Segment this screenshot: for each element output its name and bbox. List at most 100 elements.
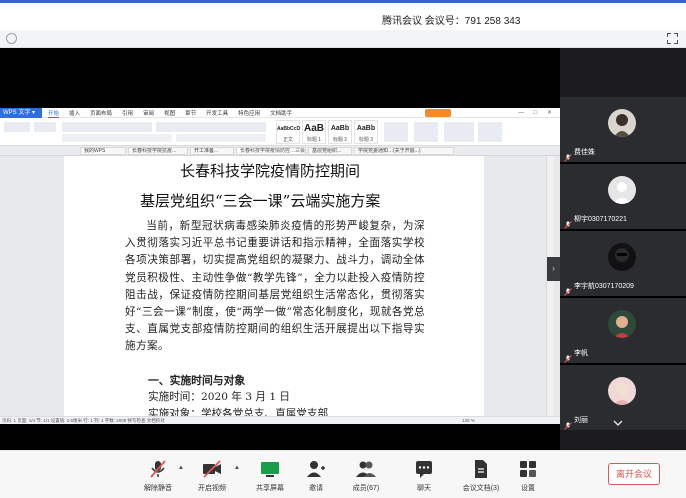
mic-muted-icon (148, 459, 168, 479)
participant-avatar (608, 243, 636, 271)
paragraph-tools[interactable] (156, 122, 266, 132)
select-button[interactable] (478, 122, 502, 142)
unmute-label: 解除静音 (144, 485, 172, 492)
new-style-button[interactable] (384, 122, 408, 142)
font-select[interactable] (62, 122, 152, 132)
participant-name: 柳宇0307170221 (574, 216, 627, 223)
meeting-title: 腾讯会议 会议号：791 258 343 (382, 16, 521, 27)
muted-mic-icon (564, 216, 572, 229)
leave-meeting-button[interactable]: 离开会议 (608, 463, 660, 485)
style-normal[interactable]: AaBbCcD 正文 (276, 120, 300, 144)
muted-mic-icon (564, 149, 572, 162)
document-icon (471, 459, 491, 479)
chevron-up-icon[interactable]: ▲ (234, 465, 240, 471)
doc-tab[interactable]: 开工准备... (190, 147, 234, 155)
font-style-tools[interactable] (62, 134, 172, 142)
ribbon-tab-section[interactable]: 章节 (185, 109, 196, 118)
chevron-down-icon[interactable] (611, 416, 625, 430)
meeting-sub-bar (0, 30, 686, 48)
ribbon-tab-insert[interactable]: 插入 (69, 109, 80, 118)
invite-button[interactable]: 邀请 (296, 459, 336, 493)
doc-tab[interactable]: 学院党委通知…(关于开展...) (354, 147, 454, 155)
chat-label: 聊天 (417, 485, 431, 492)
chat-icon (414, 459, 434, 479)
share-screen-button[interactable]: 共享屏幕 (250, 459, 290, 493)
participants-panel: 费佳姝 柳宇0307170221 李宇航0307170209 李帆 刘丽 (560, 48, 686, 450)
align-tools[interactable] (176, 134, 266, 142)
start-video-button[interactable]: 开启视频 (192, 459, 232, 493)
shield-icon[interactable] (6, 33, 17, 44)
invite-label: 邀请 (309, 485, 323, 492)
chat-button[interactable]: 聊天 (404, 459, 444, 493)
doc-tab[interactable]: 基层党组织... (308, 147, 352, 155)
settings-button[interactable]: 设置 (508, 459, 548, 493)
participant-tile[interactable]: 李帆 (560, 298, 686, 363)
collapse-panel-button[interactable]: › (547, 257, 560, 281)
participant-avatar (608, 377, 636, 405)
zoom-level[interactable]: 130 % (462, 417, 475, 424)
participant-tile[interactable]: 李宇航0307170209 (560, 231, 686, 296)
vertical-scrollbar[interactable] (546, 156, 554, 416)
ribbon-tab-features[interactable]: 特色应用 (238, 109, 260, 118)
ribbon-tab-references[interactable]: 引用 (122, 109, 133, 118)
shared-screen: WPS 文字 ▾ 开始 插入 页面布局 引用 审阅 视图 章节 开发工具 特色应… (0, 48, 560, 450)
style-heading-3[interactable]: AaBb 标题 3 (354, 120, 378, 144)
wps-title-bar: WPS 文字 ▾ 开始 插入 页面布局 引用 审阅 视图 章节 开发工具 特色应… (0, 108, 560, 118)
doc-tab[interactable]: 长春科技学院抗疫... (128, 147, 188, 155)
participant-tile[interactable]: 费佳姝 (560, 97, 686, 162)
wps-window: WPS 文字 ▾ 开始 插入 页面布局 引用 审阅 视图 章节 开发工具 特色应… (0, 108, 560, 424)
wps-app-menu[interactable]: WPS 文字 ▾ (0, 108, 42, 118)
ribbon-tab-home[interactable]: 开始 (48, 109, 60, 118)
document-area: 长春科技学院疫情防控期间 基层党组织“三会一课”云端实施方案 当前，新型冠状病毒… (0, 156, 560, 416)
muted-mic-icon (564, 417, 572, 430)
doc-object-line: 实施对象：学校各党总支、直属党支部 (148, 408, 329, 416)
unmute-button[interactable]: 解除静音 (138, 459, 178, 493)
participant-tile[interactable]: 柳宇0307170221 (560, 164, 686, 229)
wps-status-bar: 页码: 1 页面: 1/4 节: 1/1 设置值: 2.5厘米 行: 1 列: … (0, 416, 560, 424)
document-page[interactable]: 长春科技学院疫情防控期间 基层党组织“三会一课”云端实施方案 当前，新型冠状病毒… (64, 156, 484, 416)
meeting-toolbar: 解除静音 ▲ 开启视频 ▲ 共享屏幕 邀请 成员(67) 聊天 会议文档(3) (0, 450, 686, 498)
participant-name: 李帆 (574, 350, 588, 357)
ribbon-toolbar: AaBbCcD 正文 AaB 标题 1 AaBb 标题 2 AaBb 标题 3 (0, 118, 560, 146)
fullscreen-icon[interactable] (667, 33, 678, 44)
style-heading-1[interactable]: AaB 标题 1 (302, 120, 326, 144)
participant-avatar (608, 109, 636, 137)
share-screen-label: 共享屏幕 (256, 485, 284, 492)
doc-tab-home[interactable]: 我的WPS (80, 147, 126, 155)
text-tools-button[interactable] (414, 122, 438, 142)
paste-button[interactable] (4, 122, 30, 132)
participant-name: 刘丽 (574, 417, 588, 424)
screen-share-icon (260, 459, 280, 479)
style-heading-2[interactable]: AaBb 标题 2 (328, 120, 352, 144)
meeting-title-bar: 腾讯会议 会议号：791 258 343 (0, 0, 686, 30)
participant-avatar (608, 310, 636, 338)
chevron-up-icon[interactable]: ▲ (178, 465, 184, 471)
ribbon-tab-view[interactable]: 视图 (164, 109, 175, 118)
window-controls[interactable]: — □ ✕ (518, 109, 556, 116)
meeting-docs-label: 会议文档(3) (462, 485, 500, 492)
members-label: 成员(67) (352, 485, 380, 492)
add-user-icon (306, 459, 326, 479)
ribbon-tab-review[interactable]: 审阅 (143, 109, 154, 118)
ribbon-tabs: 开始 插入 页面布局 引用 审阅 视图 章节 开发工具 特色应用 文档助手 (48, 109, 292, 118)
ribbon-tab-developer[interactable]: 开发工具 (206, 109, 228, 118)
camera-off-icon (202, 459, 222, 479)
muted-mic-icon (564, 350, 572, 363)
settings-grid-icon (518, 459, 538, 479)
login-button[interactable] (425, 109, 451, 117)
members-icon (356, 459, 376, 479)
doc-section-heading: 一、实施时间与对象 (148, 374, 246, 387)
start-video-label: 开启视频 (198, 485, 226, 492)
doc-paragraph: 当前，新型冠状病毒感染肺炎疫情的形势严峻复杂，为深入贯彻落实习近平总书记重要讲话… (125, 220, 425, 353)
status-text: 页码: 1 页面: 1/4 节: 1/1 设置值: 2.5厘米 行: 1 列: … (2, 418, 165, 423)
format-painter-button[interactable] (34, 122, 56, 132)
meeting-docs-button[interactable]: 会议文档(3) (458, 459, 504, 493)
ribbon-tab-assistant[interactable]: 文档助手 (270, 109, 292, 118)
muted-mic-icon (564, 283, 572, 296)
doc-tab-active[interactable]: 长春科技学院疫情防控…三会一课 (236, 147, 306, 155)
participant-name: 费佳姝 (574, 149, 595, 156)
members-button[interactable]: 成员(67) (346, 459, 386, 493)
participant-name: 李宇航0307170209 (574, 283, 634, 290)
find-replace-button[interactable] (444, 122, 474, 142)
ribbon-tab-layout[interactable]: 页面布局 (90, 109, 112, 118)
